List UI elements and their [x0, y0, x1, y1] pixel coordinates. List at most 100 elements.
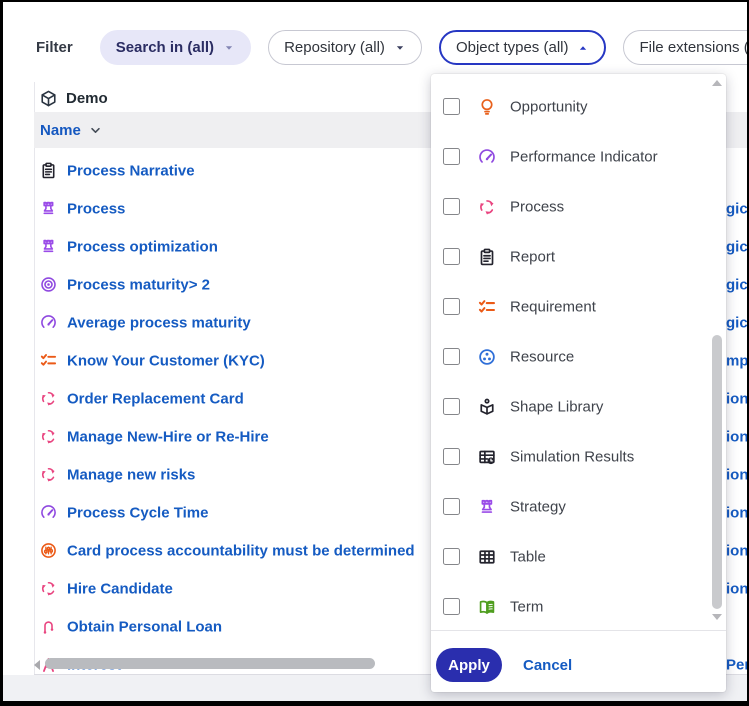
scroll-left-arrow-icon[interactable]	[34, 660, 40, 670]
name-column-header[interactable]: Name	[40, 122, 81, 139]
object-type-option[interactable]: Report	[431, 232, 726, 282]
apply-button[interactable]: Apply	[436, 648, 502, 682]
filter-bar: Filter Search in (all) Repository (all) …	[3, 2, 747, 82]
bulb-icon	[478, 98, 496, 116]
search-in-pill-label: Search in (all)	[116, 39, 214, 56]
caret-up-icon	[577, 42, 589, 54]
object-types-filter-pill[interactable]: Object types (all)	[439, 30, 607, 65]
repository-filter-pill[interactable]: Repository (all)	[268, 30, 422, 65]
object-type-option[interactable]: Shape Library	[431, 382, 726, 432]
object-type-option[interactable]: Simulation Results	[431, 432, 726, 482]
occluded-cell-text-fragment: gic P	[726, 239, 747, 256]
file-extensions-filter-pill[interactable]: File extensions (all)	[623, 30, 749, 65]
book-icon	[478, 598, 496, 616]
occluded-cell-text-fragment: gic P	[726, 315, 747, 332]
object-type-option-label: Process	[510, 199, 564, 216]
object-type-checkbox[interactable]	[443, 448, 460, 465]
object-type-option-label: Simulation Results	[510, 449, 634, 466]
object-type-option[interactable]: Process	[431, 182, 726, 232]
occluded-cell-text-fragment: Per	[726, 657, 747, 674]
list-item-label: Average process maturity	[67, 315, 251, 332]
recycle-icon	[40, 390, 57, 407]
checklist-icon	[478, 298, 496, 316]
cancel-button[interactable]: Cancel	[523, 648, 572, 682]
vertical-scrollbar-thumb[interactable]	[712, 335, 722, 609]
list-item-label: Process Cycle Time	[67, 505, 208, 522]
recycle-icon	[40, 580, 57, 597]
occluded-cell-text-fragment: mpl	[726, 353, 747, 370]
table-grid-icon	[478, 548, 496, 566]
object-types-dropdown-panel: Opportunity Performance Indicator Process R…	[431, 74, 726, 692]
repository-group-header[interactable]: Demo	[40, 86, 108, 110]
horizontal-scrollbar-thumb[interactable]	[45, 658, 375, 669]
object-type-option-label: Shape Library	[510, 399, 603, 416]
occluded-cell-text-fragment: gic P	[726, 277, 747, 294]
scroll-up-arrow-icon[interactable]	[712, 80, 722, 86]
object-type-option-label: Requirement	[510, 299, 596, 316]
object-type-option[interactable]: Resource	[431, 332, 726, 382]
object-type-checkbox[interactable]	[443, 198, 460, 215]
object-type-option-label: Report	[510, 249, 555, 266]
chevron-down-icon[interactable]	[88, 123, 103, 138]
resource-icon	[478, 348, 496, 366]
object-type-option[interactable]: Performance Indicator	[431, 132, 726, 182]
gauge-icon	[478, 148, 496, 166]
list-item-label: Process	[67, 201, 125, 218]
object-type-checkbox[interactable]	[443, 548, 460, 565]
list-item-label: Obtain Personal Loan	[67, 619, 222, 636]
database-cube-icon	[40, 90, 57, 107]
occluded-cell-text-fragment: iona	[726, 467, 747, 484]
footer-divider	[431, 630, 726, 631]
object-type-option-label: Term	[510, 599, 543, 616]
object-type-option[interactable]: Requirement	[431, 282, 726, 332]
object-type-option-label: Opportunity	[510, 99, 588, 116]
caret-down-icon	[223, 42, 235, 54]
list-item-label: Order Replacement Card	[67, 391, 244, 408]
object-types-pill-label: Object types (all)	[456, 39, 569, 56]
object-type-option-label: Resource	[510, 349, 574, 366]
repository-pill-label: Repository (all)	[284, 39, 385, 56]
clipboard-icon	[478, 248, 496, 266]
shape-library-icon	[478, 398, 496, 416]
caret-down-icon	[394, 42, 406, 54]
simulation-icon	[478, 448, 496, 466]
recycle-icon	[40, 466, 57, 483]
search-in-filter-pill[interactable]: Search in (all)	[100, 30, 251, 65]
occluded-cell-text-fragment: iona	[726, 543, 747, 560]
search-results-screen: Filter Search in (all) Repository (all) …	[0, 0, 749, 706]
people-circle-icon	[40, 542, 57, 559]
object-type-checkbox[interactable]	[443, 598, 460, 615]
file-extensions-pill-label: File extensions (all)	[639, 39, 749, 56]
gauge-icon	[40, 504, 57, 521]
object-type-checkbox[interactable]	[443, 248, 460, 265]
object-type-checkbox[interactable]	[443, 98, 460, 115]
object-type-option-label: Table	[510, 549, 546, 566]
clipboard-icon	[40, 162, 57, 179]
recycle-icon	[40, 428, 57, 445]
occluded-cell-text-fragment: iona	[726, 581, 747, 598]
recycle-icon	[478, 198, 496, 216]
object-type-option-list: Opportunity Performance Indicator Process R…	[431, 74, 726, 630]
list-item-label: Process maturity> 2	[67, 277, 210, 294]
occluded-cell-text-fragment: iona	[726, 391, 747, 408]
target-icon	[40, 276, 57, 293]
object-type-option[interactable]: Opportunity	[431, 82, 726, 132]
list-item-label: Hire Candidate	[67, 581, 173, 598]
object-type-checkbox[interactable]	[443, 298, 460, 315]
list-item-label: Know Your Customer (KYC)	[67, 353, 265, 370]
checklist-icon	[40, 352, 57, 369]
object-type-checkbox[interactable]	[443, 348, 460, 365]
filter-pill-row: Filter Search in (all) Repository (all) …	[36, 30, 749, 65]
object-type-checkbox[interactable]	[443, 398, 460, 415]
occluded-cell-text-fragment: iona	[726, 505, 747, 522]
scroll-down-arrow-icon[interactable]	[712, 614, 722, 620]
occluded-cell-text-fragment: gic P	[726, 201, 747, 218]
object-type-option[interactable]: Table	[431, 532, 726, 582]
object-type-option-label: Strategy	[510, 499, 566, 516]
object-type-option[interactable]: Strategy	[431, 482, 726, 532]
gauge-icon	[40, 314, 57, 331]
object-type-option[interactable]: Term	[431, 582, 726, 630]
object-type-checkbox[interactable]	[443, 148, 460, 165]
list-item-label: Manage new risks	[67, 467, 195, 484]
object-type-checkbox[interactable]	[443, 498, 460, 515]
